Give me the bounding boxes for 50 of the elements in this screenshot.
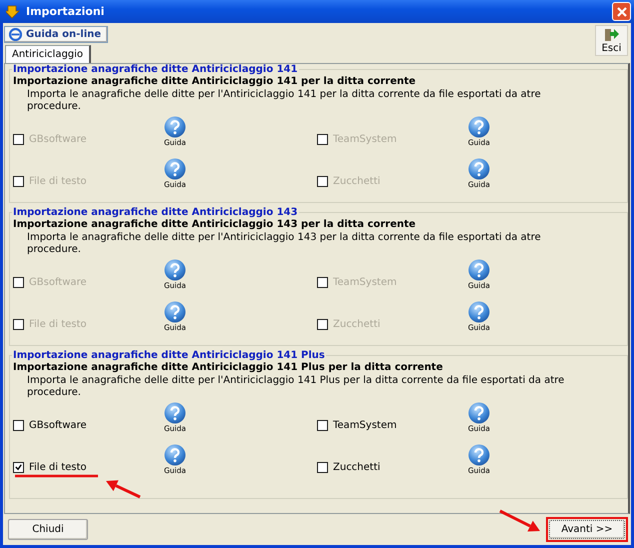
help-icon: [164, 158, 186, 180]
checkbox-label: Zucchetti: [333, 462, 380, 472]
section-heading: Importazione anagrafiche ditte Antiriciclaggio 141 per la ditta corrente: [13, 76, 417, 87]
section-description: Importa le anagrafiche delle ditte per l'Antiriciclaggio 141 per la ditta corrente da file esportati da atre procedure.: [26, 89, 542, 113]
group-title: Importazione anagrafiche ditte Antiriciclaggio 141: [12, 64, 299, 75]
close-button[interactable]: [612, 2, 631, 21]
help-icon: [164, 444, 186, 466]
close-dialog-button[interactable]: Chiudi: [8, 519, 88, 540]
checkmark-icon: [14, 462, 23, 472]
online-help-button[interactable]: Guida on-line: [4, 26, 108, 43]
checkbox[interactable]: [317, 420, 328, 430]
group-title: Importazione anagrafiche ditte Antiriciclaggio 141 Plus: [12, 350, 326, 361]
help-icon: [164, 301, 186, 323]
checkbox-label: GBsoftware: [29, 276, 87, 288]
close-icon: [614, 4, 628, 18]
checkbox-label: TeamSystem: [333, 134, 397, 144]
group-title: Importazione anagrafiche ditte Antiriciclaggio 143: [12, 207, 299, 218]
checkbox-label: TeamSystem: [333, 276, 397, 288]
checkbox-label: Zucchetti: [333, 176, 380, 186]
section-heading: Importazione anagrafiche ditte Antiriciclaggio 143 per la ditta corrente: [13, 219, 417, 230]
exit-button[interactable]: Esci: [595, 25, 628, 56]
arrow: [106, 480, 141, 498]
next-button[interactable]: Avanti >>: [549, 520, 625, 539]
checkbox-label: Zucchetti: [333, 318, 380, 330]
checkbox-label: File di testo: [29, 176, 87, 186]
section-description: Importa le anagrafiche delle ditte per l'Antiriciclaggio 141 Plus per la ditta corrente da file esportati da atre procedure.: [26, 375, 566, 399]
checkbox[interactable]: [13, 462, 24, 472]
help-icon: [164, 402, 186, 424]
checkbox-label: TeamSystem: [333, 420, 397, 430]
arrow: [499, 510, 540, 532]
help-icon: [468, 259, 490, 281]
checkbox-label: GBsoftware: [29, 134, 87, 144]
help-icon: [468, 301, 490, 323]
section-description: Importa le anagrafiche delle ditte per l'Antiriciclaggio 143 per la ditta corrente da file esportati da atre procedure.: [26, 232, 542, 256]
checkbox[interactable]: [13, 420, 24, 430]
help-icon: [468, 402, 490, 424]
help-icon: [468, 116, 490, 138]
section-heading: Importazione anagrafiche ditte Antiriciclaggio 141 Plus per la ditta corrente: [13, 362, 444, 373]
checkbox-label: File di testo: [29, 318, 87, 330]
help-icon: [164, 116, 186, 138]
help-icon: [468, 158, 490, 180]
down-arrow-icon: [6, 4, 20, 18]
window-title: Importazioni: [26, 5, 106, 18]
help-icon: [468, 444, 490, 466]
checkbox-label: GBsoftware: [29, 420, 87, 430]
tab[interactable]: Antiriciclaggio: [5, 45, 92, 63]
checkbox-label: File di testo: [29, 462, 87, 472]
checkbox[interactable]: [317, 462, 328, 472]
help-icon: [164, 259, 186, 281]
exit-icon: [604, 28, 620, 42]
